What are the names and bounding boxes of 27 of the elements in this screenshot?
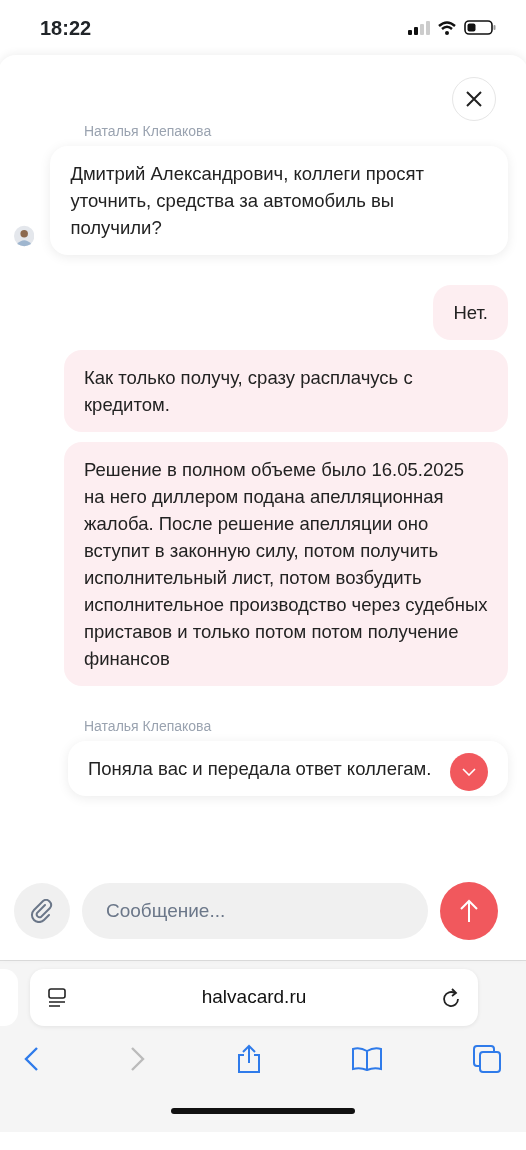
signal-icon <box>408 20 430 35</box>
message-bubble: Нет. <box>433 285 508 340</box>
arrow-up-icon <box>459 898 479 924</box>
address-bar[interactable]: halvacard.ru <box>30 969 478 1026</box>
message-input[interactable]: Сообщение... <box>82 883 428 939</box>
back-icon[interactable] <box>22 1046 40 1072</box>
message-bubble: Как только получу, сразу расплачусь с кредитом. <box>64 350 508 432</box>
share-icon[interactable] <box>236 1044 262 1074</box>
url-text: halvacard.ru <box>201 985 307 1010</box>
tabs-icon[interactable] <box>472 1044 502 1074</box>
bookmarks-icon[interactable] <box>351 1046 383 1072</box>
clock-time: 18:22 <box>40 15 92 41</box>
message-text: Дмитрий Александрович, коллеги просят уточнить, средства за автомобиль вы получили? <box>70 163 425 238</box>
wifi-icon <box>438 20 456 35</box>
close-button[interactable] <box>452 77 496 121</box>
sender-name: Наталья Клепакова <box>84 717 213 736</box>
send-button[interactable] <box>440 882 498 940</box>
battery-icon <box>464 20 496 35</box>
message-bubble: Решение в полном объеме было 16.05.2025 на него диллером подана апелляционная жалоба. После решение апелляции оно вступит в законную силу, потом получить исполнительный лист, потом возбудить исполнительное производство через судебных приставов и только потом потом получение финансов <box>64 442 508 686</box>
paperclip-icon <box>30 899 54 923</box>
message-text: Поняла вас и передала ответ коллегам. <box>88 758 432 779</box>
attach-button[interactable] <box>14 883 70 939</box>
reload-icon[interactable] <box>440 986 462 1009</box>
close-icon <box>465 90 483 108</box>
page-menu-icon[interactable] <box>46 986 68 1009</box>
chevron-down-icon <box>462 768 476 776</box>
sender-name: Наталья Клепакова <box>84 122 213 141</box>
